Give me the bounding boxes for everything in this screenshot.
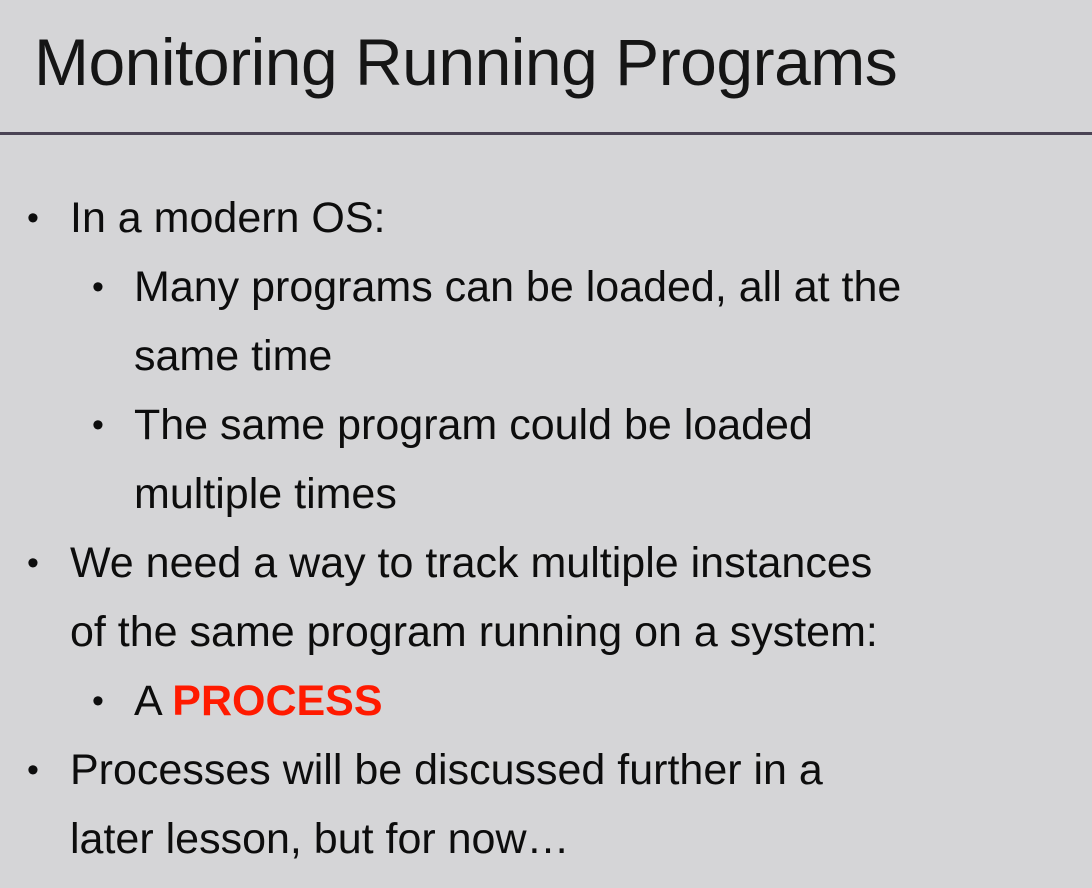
sub-bullet-item: • Many programs can be loaded, all at th… [0, 253, 1092, 391]
bullet-text-line: Processes will be discussed further in a [70, 746, 823, 794]
title-divider [0, 132, 1092, 135]
bullet-text-line: multiple times [134, 470, 397, 518]
process-keyword: PROCESS [172, 677, 383, 725]
bullet-dot-icon: • [27, 199, 39, 237]
bullet-text-line: In a modern OS: [70, 194, 386, 242]
sub-bullet-item: • A PROCESS [0, 667, 1092, 736]
bullet-dot-icon: • [92, 268, 104, 306]
bullet-text-line: A PROCESS [134, 667, 1092, 736]
bullet-item: • We need a way to track multiple instan… [0, 529, 1092, 667]
slide-title: Monitoring Running Programs [34, 25, 898, 99]
bullet-dot-icon: • [92, 682, 104, 720]
bullet-item: • Processes will be discussed further in… [0, 736, 1092, 874]
bullet-text-line: We need a way to track multiple instance… [70, 539, 873, 587]
slide: Monitoring Running Programs • In a moder… [0, 0, 1092, 888]
bullet-text-line: same time [134, 332, 333, 380]
bullet-text-line: Many programs can be loaded, all at the [134, 263, 902, 311]
bullet-prefix: A [134, 677, 173, 725]
bullet-dot-icon: • [27, 751, 39, 789]
bullet-text-line: later lesson, but for now… [70, 815, 570, 863]
bullet-dot-icon: • [92, 406, 104, 444]
sub-bullet-item: • The same program could be loaded multi… [0, 391, 1092, 529]
bullet-list: • In a modern OS: • Many programs can be… [0, 184, 1092, 874]
bullet-dot-icon: • [27, 544, 39, 582]
bullet-item: • In a modern OS: [0, 184, 1092, 253]
bullet-text-line: of the same program running on a system: [70, 608, 878, 656]
bullet-text-line: The same program could be loaded [134, 401, 813, 449]
